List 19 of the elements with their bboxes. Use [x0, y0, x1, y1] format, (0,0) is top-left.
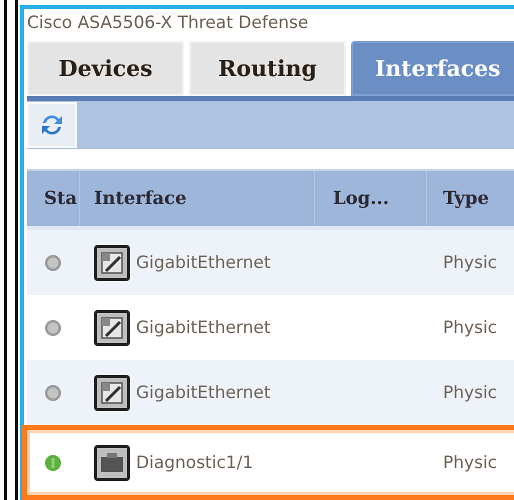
table-row[interactable]: GigabitEthernet Physic: [27, 360, 514, 425]
column-header[interactable]: Interface: [80, 171, 315, 226]
interface-type: Physic: [443, 452, 498, 472]
interface-name: Diagnostic1/1: [136, 452, 254, 472]
interface-name: GigabitEthernet: [136, 318, 271, 338]
column-header[interactable]: Sta: [27, 171, 80, 226]
tab[interactable]: Routing: [189, 41, 346, 96]
interface-type: Physic: [443, 318, 498, 338]
interface-name: GigabitEthernet: [136, 252, 271, 272]
column-header[interactable]: Type: [427, 171, 514, 226]
tab[interactable]: Devices: [27, 41, 184, 96]
table-row[interactable]: GigabitEthernet Physic: [27, 230, 514, 295]
interface-type: Physic: [443, 252, 498, 272]
window-title: Cisco ASA5506-X Threat Defense: [27, 12, 310, 35]
highlighted-row[interactable]: Diagnostic1/1 Physic: [22, 425, 514, 500]
interface-type: Physic: [443, 382, 498, 402]
refresh-button[interactable]: [27, 102, 77, 148]
column-header[interactable]: Log...: [315, 171, 427, 226]
interface-name: GigabitEthernet: [136, 382, 271, 402]
